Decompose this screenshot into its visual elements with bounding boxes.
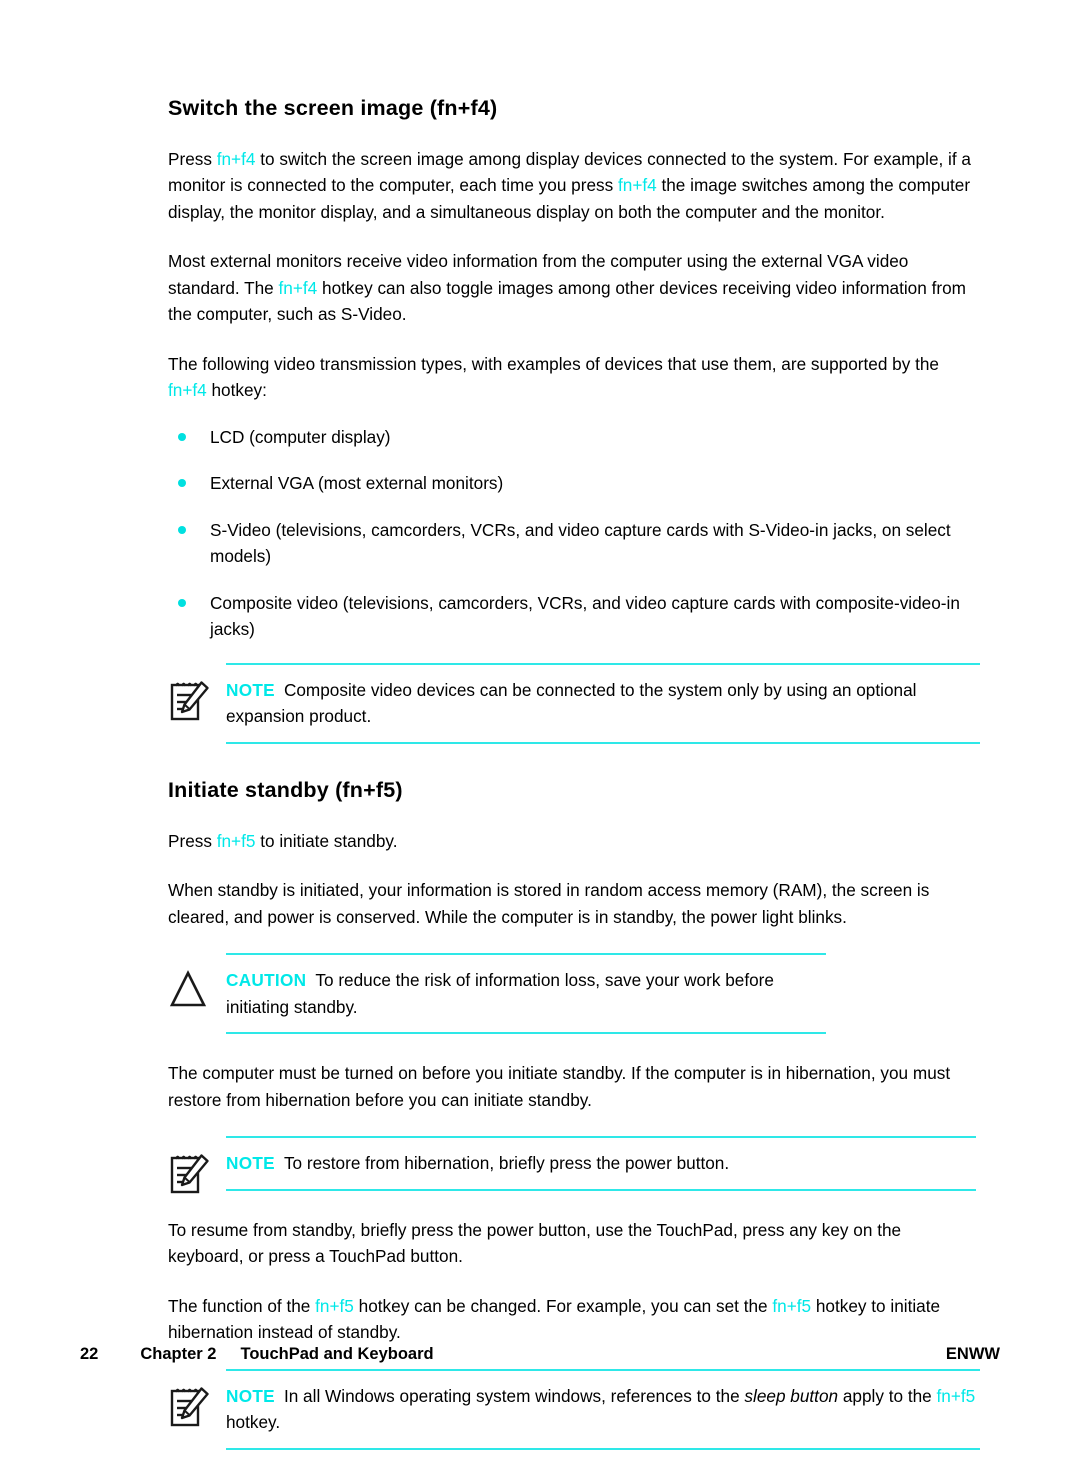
- note-emphasis: sleep button: [744, 1385, 839, 1406]
- note-body: NOTE Composite video devices can be conne…: [226, 677, 980, 730]
- page-content: Switch the screen image (fn+f4) Press fn…: [168, 96, 980, 1476]
- hotkey-fn-f5: fn+f5: [936, 1385, 976, 1406]
- hotkey-fn-f5: fn+f5: [216, 830, 256, 851]
- note-text: To restore from hibernation, briefly pre…: [283, 1153, 730, 1174]
- divider: [226, 1368, 980, 1371]
- bullet-dot-icon: [178, 432, 186, 441]
- paragraph-switch-intro: Press fn+f4 to switch the screen image a…: [168, 146, 980, 226]
- hotkey-fn-f4: fn+f4: [216, 148, 256, 169]
- bullet-dot-icon: [178, 525, 186, 534]
- divider: [226, 1447, 980, 1450]
- list-item: LCD (computer display): [168, 424, 980, 451]
- divider: [226, 662, 980, 665]
- note-text: Composite video devices can be connected…: [226, 679, 917, 727]
- paragraph-turn-on-before-standby: The computer must be turned on before yo…: [168, 1063, 951, 1110]
- paragraph-transmission-types: The following video transmission types, …: [168, 351, 980, 404]
- note-box-restore-hibernation: NOTE To restore from hibernation, briefly…: [168, 1136, 976, 1194]
- note-text: apply to the: [838, 1385, 937, 1406]
- list-item: Composite video (televisions, camcorders…: [168, 590, 980, 643]
- divider: [226, 953, 826, 956]
- caution-label: CAUTION: [226, 970, 307, 991]
- paragraph-change-function: The function of the fn+f5 hotkey can be …: [168, 1293, 980, 1346]
- footer-chapter-title: TouchPad and Keyboard: [240, 1345, 434, 1363]
- bullet-dot-icon: [178, 598, 186, 607]
- paragraph-standby-behavior: When standby is initiated, your informat…: [168, 880, 930, 927]
- hotkey-fn-f5: fn+f5: [315, 1295, 354, 1316]
- hotkey-fn-f4: fn+f4: [278, 277, 318, 298]
- page-title: Switch the screen image (fn+f4): [168, 96, 498, 120]
- note-pad-pencil-icon: [168, 1150, 212, 1196]
- caution-text: To reduce the risk of information loss, …: [226, 970, 774, 1017]
- text-run: The function of the: [168, 1295, 316, 1316]
- text-run: hotkey can be changed. For example, you …: [353, 1295, 773, 1316]
- list-item-label: LCD (computer display): [210, 426, 391, 447]
- list-item-label: S-Video (televisions, camcorders, VCRs, …: [210, 519, 951, 567]
- caution-box-information-loss: CAUTION To reduce the risk of information…: [168, 953, 826, 1035]
- divider: [226, 1032, 826, 1035]
- paragraph-external-monitors: Most external monitors receive video inf…: [168, 248, 980, 328]
- text-run: to initiate standby.: [255, 830, 398, 851]
- list-item: S-Video (televisions, camcorders, VCRs, …: [168, 517, 980, 570]
- page-subtitle-standby: Initiate standby (fn+f5): [168, 777, 403, 802]
- text-run: The following video transmission types, …: [168, 353, 939, 374]
- text-run: Press: [168, 830, 217, 851]
- note-box-sleep-button: NOTE In all Windows operating system wind…: [168, 1368, 980, 1450]
- list-item: External VGA (most external monitors): [168, 470, 980, 497]
- note-label: NOTE: [226, 679, 275, 700]
- bullet-dot-icon: [178, 479, 186, 488]
- hotkey-fn-f4: fn+f4: [617, 175, 657, 196]
- footer-locale: ENWW: [945, 1345, 1000, 1363]
- text-run: hotkey:: [206, 380, 267, 401]
- divider: [226, 741, 980, 744]
- note-pad-pencil-icon: [168, 677, 212, 723]
- warning-triangle-icon: [168, 967, 212, 1013]
- list-item-label: External VGA (most external monitors): [210, 473, 504, 494]
- footer-chapter: Chapter 2: [140, 1345, 217, 1363]
- document-page: Switch the screen image (fn+f4) Press fn…: [0, 0, 1080, 1450]
- hotkey-fn-f4: fn+f4: [168, 380, 207, 401]
- footer-left: 22 Chapter 2 TouchPad and Keyboard: [80, 1345, 434, 1364]
- page-number: 22: [80, 1345, 99, 1363]
- note-pad-pencil-icon: [168, 1383, 212, 1429]
- note-label: NOTE: [226, 1385, 275, 1406]
- divider: [226, 1136, 976, 1139]
- note-text: In all Windows operating system windows,…: [283, 1385, 745, 1406]
- note-body: NOTE To restore from hibernation, briefly…: [226, 1150, 976, 1177]
- note-body: NOTE In all Windows operating system wind…: [226, 1383, 980, 1436]
- note-text: hotkey.: [226, 1412, 281, 1433]
- caution-body: CAUTION To reduce the risk of information…: [226, 967, 826, 1020]
- note-box-composite-video: NOTE Composite video devices can be conne…: [168, 662, 980, 744]
- paragraph-resume-from-standby: To resume from standby, briefly press th…: [168, 1219, 902, 1267]
- note-label: NOTE: [226, 1153, 275, 1174]
- paragraph-press-fn-f5: Press fn+f5 to initiate standby.: [168, 828, 980, 855]
- hotkey-fn-f5: fn+f5: [772, 1295, 812, 1316]
- video-types-list: LCD (computer display) External VGA (mos…: [168, 424, 980, 643]
- text-run: Press: [168, 148, 217, 169]
- list-item-label: Composite video (televisions, camcorders…: [210, 592, 960, 640]
- page-footer: 22 Chapter 2 TouchPad and Keyboard ENWW: [80, 1345, 1000, 1364]
- divider: [226, 1188, 976, 1191]
